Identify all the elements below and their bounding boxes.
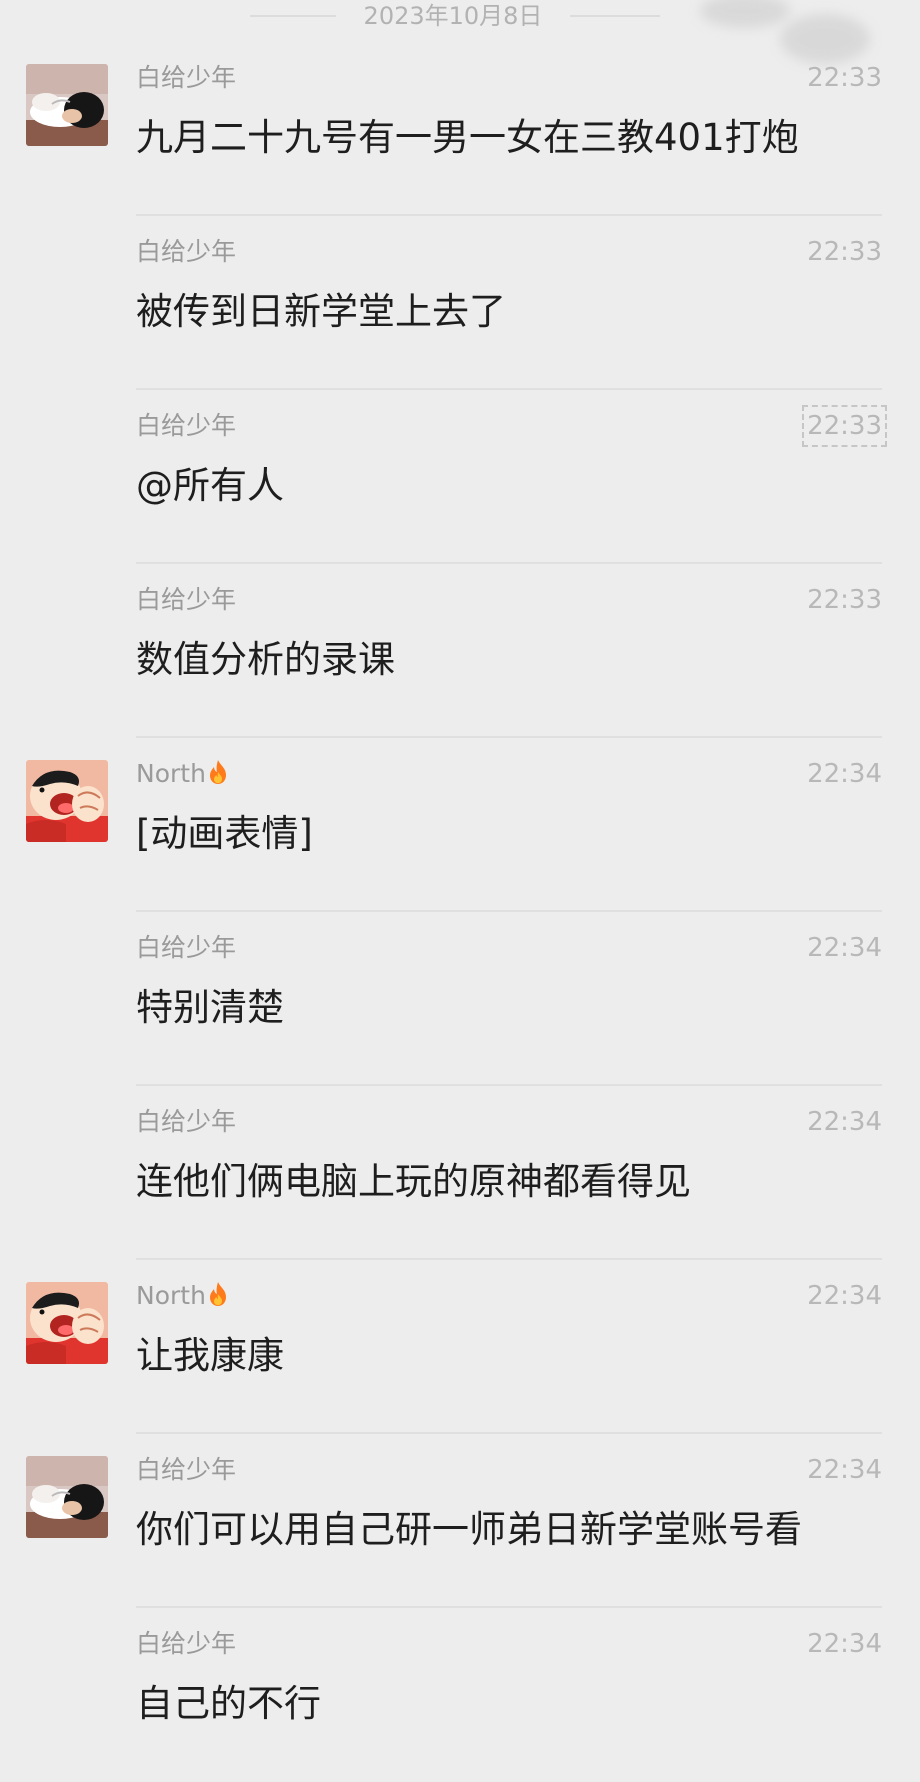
message-time: 22:33 — [807, 237, 882, 267]
message-time: 22:34 — [807, 1455, 882, 1485]
flame-icon — [209, 1282, 226, 1306]
cartoon-boy-avatar-icon — [26, 760, 108, 842]
message-text[interactable]: 你们可以用自己研一师弟日新学堂账号看 — [136, 1504, 802, 1556]
message-text[interactable]: 让我康康 — [136, 1330, 284, 1382]
date-separator-line-right — [570, 15, 660, 17]
list-item[interactable]: 白给少年 22:34 你们可以用自己研一师弟日新学堂账号看 — [0, 1434, 920, 1608]
message-time: 22:34 — [807, 933, 882, 963]
sleeping-person-avatar-icon — [26, 1456, 108, 1538]
message-text[interactable]: 自己的不行 — [136, 1678, 321, 1730]
sender-name: 白给少年 — [136, 933, 237, 962]
message-text[interactable]: 连他们俩电脑上玩的原神都看得见 — [136, 1156, 691, 1208]
sender-name: 白给少年 — [136, 585, 237, 614]
sender-name: 白给少年 — [136, 1455, 237, 1484]
message-time: 22:33 — [807, 63, 882, 93]
message-time: 22:33 — [807, 585, 882, 615]
cartoon-boy-avatar-icon — [26, 1282, 108, 1364]
message-text[interactable]: 被传到日新学堂上去了 — [136, 286, 506, 338]
list-item[interactable]: 白给少年 22:33 @所有人 — [0, 390, 920, 564]
list-item[interactable]: 白给少年 22:34 自己的不行 — [0, 1608, 920, 1782]
list-item[interactable]: 白给少年 22:34 特别清楚 — [0, 912, 920, 1086]
date-separator-label: 2023年10月8日 — [363, 2, 543, 30]
date-separator-line-left — [250, 15, 336, 17]
list-item[interactable]: North 22:34 让我康康 — [0, 1260, 920, 1434]
avatar[interactable] — [26, 760, 108, 842]
sender-name: 白给少年 — [136, 237, 237, 266]
message-text[interactable]: [动画表情] — [136, 808, 313, 860]
sender-name: 白给少年 — [136, 1629, 237, 1658]
sender-name: North — [136, 758, 229, 790]
avatar[interactable] — [26, 64, 108, 146]
message-text[interactable]: 九月二十九号有一男一女在三教401打炮 — [136, 112, 799, 164]
list-item[interactable]: North 22:34 [动画表情] — [0, 738, 920, 912]
sender-name: North — [136, 1280, 229, 1312]
message-text[interactable]: 特别清楚 — [136, 982, 284, 1034]
flame-icon — [209, 760, 226, 784]
message-text[interactable]: 数值分析的录课 — [136, 634, 395, 686]
sleeping-person-avatar-icon — [26, 64, 108, 146]
message-time: 22:34 — [807, 1281, 882, 1311]
list-item[interactable]: 白给少年 22:34 连他们俩电脑上玩的原神都看得见 — [0, 1086, 920, 1260]
message-time: 22:34 — [807, 759, 882, 789]
message-time: 22:34 — [807, 1629, 882, 1659]
message-text[interactable]: @所有人 — [136, 460, 284, 512]
sender-name: 白给少年 — [136, 63, 237, 92]
avatar[interactable] — [26, 1456, 108, 1538]
avatar[interactable] — [26, 1282, 108, 1364]
message-time: 22:33 — [802, 405, 887, 447]
list-item[interactable]: 白给少年 22:33 被传到日新学堂上去了 — [0, 216, 920, 390]
list-item[interactable]: 白给少年 22:33 数值分析的录课 — [0, 564, 920, 738]
sender-name: 白给少年 — [136, 411, 237, 440]
sender-name: 白给少年 — [136, 1107, 237, 1136]
list-item[interactable]: 白给少年 22:33 九月二十九号有一男一女在三教401打炮 — [0, 42, 920, 216]
message-time: 22:34 — [807, 1107, 882, 1137]
